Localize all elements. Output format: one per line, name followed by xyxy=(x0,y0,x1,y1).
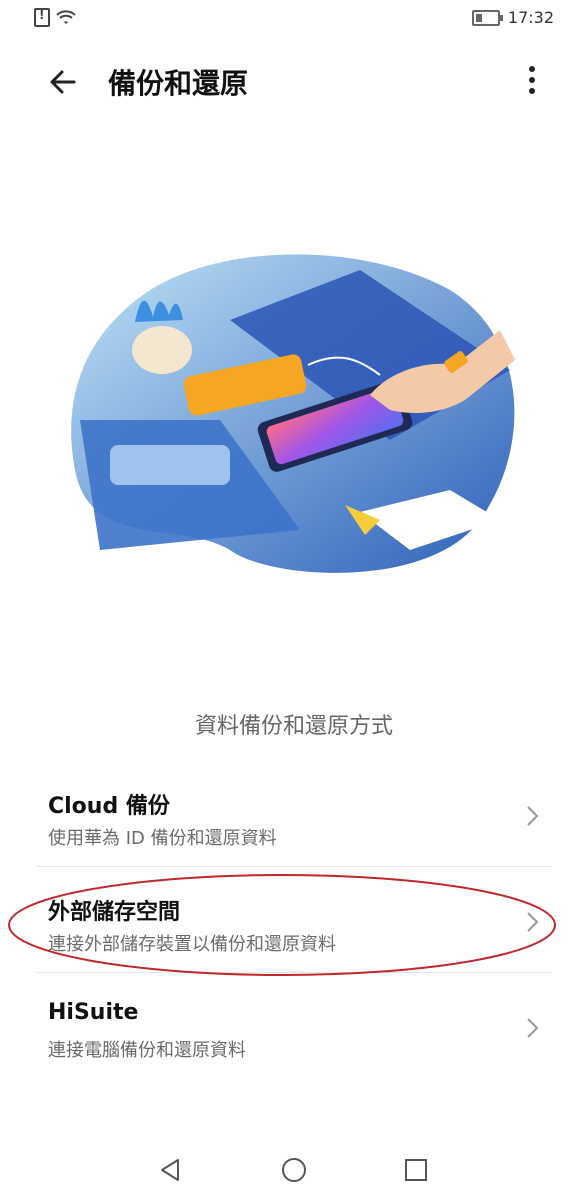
nav-recents-icon[interactable] xyxy=(400,1154,432,1186)
list-item-cloud-backup[interactable]: Cloud 備份 使用華為 ID 備份和還原資料 xyxy=(0,760,588,866)
more-vert-icon[interactable] xyxy=(520,62,544,98)
nav-home-icon[interactable] xyxy=(278,1154,310,1186)
item-subtitle: 連接電腦備份和還原資料 xyxy=(48,1040,246,1061)
list-item-hisuite[interactable]: HiSuite 連接電腦備份和還原資料 xyxy=(0,972,588,1078)
status-left xyxy=(34,8,76,27)
status-time: 17:32 xyxy=(507,8,554,27)
item-title: HiSuite xyxy=(48,1000,139,1025)
section-title: 資料備份和還原方式 xyxy=(194,714,393,739)
back-arrow-icon[interactable] xyxy=(44,62,84,102)
chevron-right-icon xyxy=(527,1018,539,1038)
system-nav-bar xyxy=(0,1140,588,1200)
wifi-icon xyxy=(56,9,76,24)
status-right: 17:32 xyxy=(471,8,554,27)
page-title: 備份和還原 xyxy=(108,67,249,100)
item-subtitle: 使用華為 ID 備份和還原資料 xyxy=(48,828,277,849)
status-bar: 17:32 xyxy=(0,0,588,36)
backup-illustration xyxy=(71,254,515,573)
sim-alert-icon xyxy=(34,8,50,27)
app-bar: 備份和還原 xyxy=(0,40,588,120)
battery-icon xyxy=(471,9,503,26)
item-title: Cloud 備份 xyxy=(48,794,170,819)
nav-back-icon[interactable] xyxy=(154,1154,186,1186)
chevron-right-icon xyxy=(527,806,539,826)
highlight-ellipse xyxy=(8,874,556,976)
